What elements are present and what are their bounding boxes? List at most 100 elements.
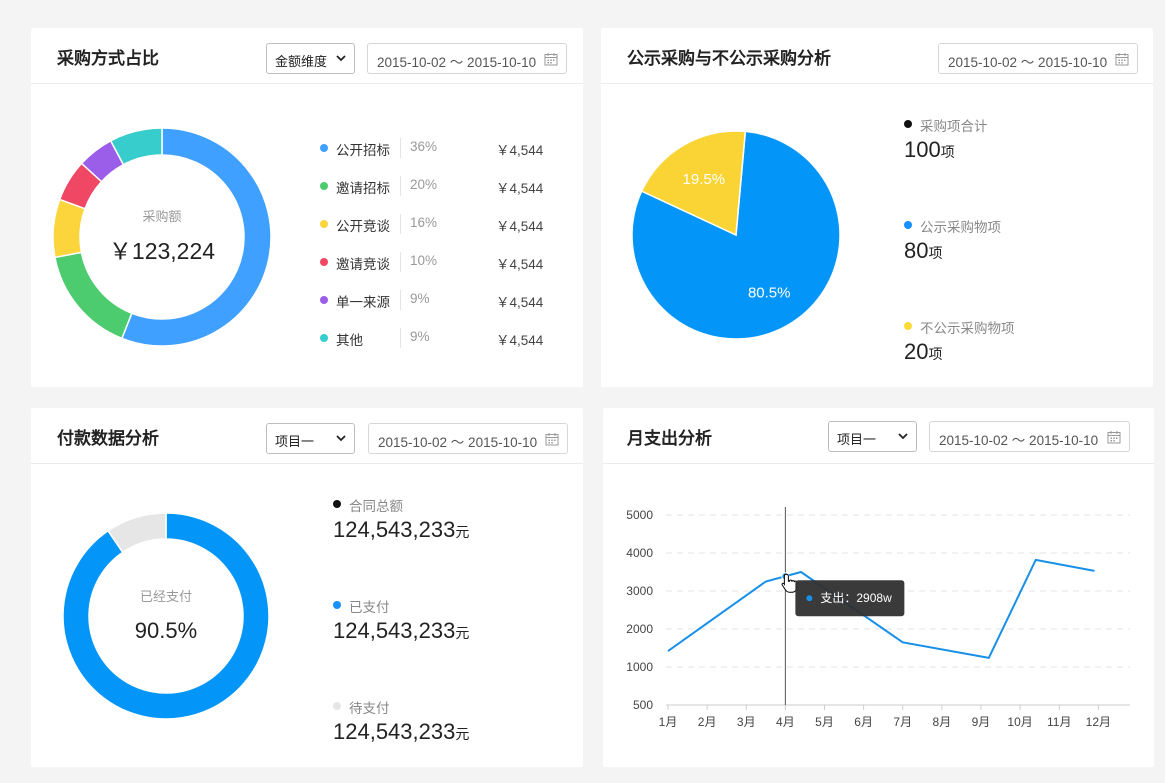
x-tick-label: 6月 xyxy=(854,715,873,729)
legend-item[interactable]: 单一来源 9% ￥4,544 xyxy=(320,290,560,310)
donut-center-value: ￥123,224 xyxy=(109,238,215,264)
payment-stats: 合同总额 124,543,233元 已支付 124,543,233元 待支付 124,54… xyxy=(333,495,573,755)
pie-slice-label: 80.5% xyxy=(748,285,791,302)
card-title: 月支出分析 xyxy=(627,429,712,448)
payment-donut-chart: 已经支付 90.5% xyxy=(62,512,270,720)
card-title: 公示采购与不公示采购分析 xyxy=(627,49,831,68)
stat-value: 124,543,233元 xyxy=(333,719,470,744)
donut-center-label: 已经支付 xyxy=(140,589,192,604)
purchase-method-slice[interactable] xyxy=(120,127,272,347)
calendar-icon xyxy=(1107,431,1121,444)
legend-divider xyxy=(400,328,401,348)
payment-slice[interactable] xyxy=(62,512,270,720)
calendar-icon xyxy=(545,433,559,446)
card-header: 月支出分析 项目一 2015-10-02 ～ 2015-10-10 xyxy=(603,408,1154,464)
stat-value: 124,543,233元 xyxy=(333,618,470,643)
date-range-picker[interactable]: 2015-10-02 ～ 2015-10-10 xyxy=(367,43,567,74)
date-range-picker[interactable]: 2015-10-02 ～ 2015-10-10 xyxy=(929,421,1130,452)
date-range-value: 2015-10-02 ～ 2015-10-10 xyxy=(377,55,537,70)
legend-dot xyxy=(320,296,328,304)
legend-name: 其他 xyxy=(336,333,363,348)
stat-item: 待支付 124,543,233元 xyxy=(333,697,553,757)
y-tick-label: 2000 xyxy=(626,622,653,636)
calendar-icon xyxy=(1115,53,1129,66)
legend-divider xyxy=(400,214,401,234)
legend-item[interactable]: 公开竞谈 16% ￥4,544 xyxy=(320,214,560,234)
y-tick-label: 4000 xyxy=(626,546,653,560)
donut-center-label: 采购额 xyxy=(142,209,181,224)
legend-divider xyxy=(400,290,401,310)
legend-item[interactable]: 邀请招标 20% ￥4,544 xyxy=(320,176,560,196)
legend-name: 邀请竞谈 xyxy=(336,257,390,272)
stat-dot xyxy=(333,601,341,609)
purchase-method-card: 采购方式占比 金额维度 2015-10-02 ～ 2015-10-10 采购额 … xyxy=(31,28,583,387)
stat-label: 不公示采购物项 xyxy=(920,321,1015,336)
legend-percent: 9% xyxy=(410,329,430,344)
date-range-picker[interactable]: 2015-10-02 ～ 2015-10-10 xyxy=(368,423,568,454)
x-tick-label: 5月 xyxy=(815,715,834,729)
stat-value: 80项 xyxy=(904,238,943,263)
calendar-icon xyxy=(544,53,558,66)
stat-label: 采购项合计 xyxy=(920,119,988,134)
pie-slice-label: 19.5% xyxy=(683,171,726,188)
stat-item: 公示采购物项 80项 xyxy=(904,216,1124,276)
hand-cursor-icon xyxy=(781,573,798,593)
project-select[interactable]: 项目一 xyxy=(828,421,917,452)
legend-dot xyxy=(320,144,328,152)
stat-value: 100项 xyxy=(904,137,955,162)
x-tick-label: 3月 xyxy=(737,715,756,729)
date-range-value: 2015-10-02 ～ 2015-10-10 xyxy=(939,433,1099,448)
stat-item: 采购项合计 100项 xyxy=(904,115,1124,175)
legend-item[interactable]: 公开招标 36% ￥4,544 xyxy=(320,138,560,158)
card-header: 采购方式占比 金额维度 2015-10-02 ～ 2015-10-10 xyxy=(31,28,583,84)
monthly-expense-line-chart: 500 1000 2000 3000 4000 5000 1月 2月 3月 4月 5月 6月 7月 8月… xyxy=(626,507,1130,729)
project-select-value: 项目一 xyxy=(837,432,877,447)
tooltip-text: 支出：2908w xyxy=(820,591,892,605)
legend-dot xyxy=(320,182,328,190)
legend-amount: ￥4,544 xyxy=(496,143,544,158)
stat-item: 合同总额 124,543,233元 xyxy=(333,495,553,555)
stat-label: 已支付 xyxy=(349,600,390,615)
legend-name: 公开竞谈 xyxy=(336,219,390,234)
x-tick-label: 2月 xyxy=(698,715,717,729)
y-tick-label: 500 xyxy=(633,698,653,712)
stat-item: 已支付 124,543,233元 xyxy=(333,596,553,656)
project-select[interactable]: 项目一 xyxy=(266,423,355,454)
card-header: 公示采购与不公示采购分析 2015-10-02 ～ 2015-10-10 xyxy=(601,28,1153,84)
legend-divider xyxy=(400,252,401,272)
date-range-picker[interactable]: 2015-10-02 ～ 2015-10-10 xyxy=(938,43,1138,74)
legend-item[interactable]: 其他 9% ￥4,544 xyxy=(320,328,560,348)
stat-label: 合同总额 xyxy=(349,499,403,514)
purchase-method-slice[interactable] xyxy=(52,198,86,259)
legend-percent: 10% xyxy=(410,253,438,268)
monthly-expense-card: 月支出分析 项目一 2015-10-02 ～ 2015-10-10 500 100… xyxy=(603,408,1154,767)
x-tick-label: 12月 xyxy=(1086,715,1111,729)
y-tick-label: 1000 xyxy=(626,660,653,674)
purchase-method-slice[interactable] xyxy=(54,251,133,340)
x-tick-label: 1月 xyxy=(659,715,678,729)
dimension-select[interactable]: 金额维度 xyxy=(266,43,355,74)
x-tick-label: 8月 xyxy=(933,715,952,729)
legend-item[interactable]: 邀请竞谈 10% ￥4,544 xyxy=(320,252,560,272)
chevron-down-icon xyxy=(898,433,908,440)
public-purchase-pie-chart: 80.5% 19.5% xyxy=(631,130,841,340)
legend-amount: ￥4,544 xyxy=(496,181,544,196)
stat-item: 不公示采购物项 20项 xyxy=(904,317,1124,377)
legend-name: 公开招标 xyxy=(336,143,390,158)
legend-percent: 9% xyxy=(410,291,430,306)
legend-percent: 16% xyxy=(410,215,438,230)
stat-label: 待支付 xyxy=(349,701,390,716)
payment-card: 付款数据分析 项目一 2015-10-02 ～ 2015-10-10 已经支付 … xyxy=(31,408,583,767)
legend-percent: 36% xyxy=(410,139,438,154)
stat-label: 公示采购物项 xyxy=(920,220,1001,235)
card-header: 付款数据分析 项目一 2015-10-02 ～ 2015-10-10 xyxy=(31,408,583,464)
stat-dot xyxy=(904,221,912,229)
legend-amount: ￥4,544 xyxy=(496,333,544,348)
y-tick-label: 5000 xyxy=(626,508,653,522)
legend-dot xyxy=(320,220,328,228)
legend-percent: 20% xyxy=(410,177,438,192)
legend-divider xyxy=(400,138,401,158)
card-title: 采购方式占比 xyxy=(57,49,159,68)
donut-center-value: 90.5% xyxy=(135,618,197,643)
dimension-select-value: 金额维度 xyxy=(275,54,328,69)
